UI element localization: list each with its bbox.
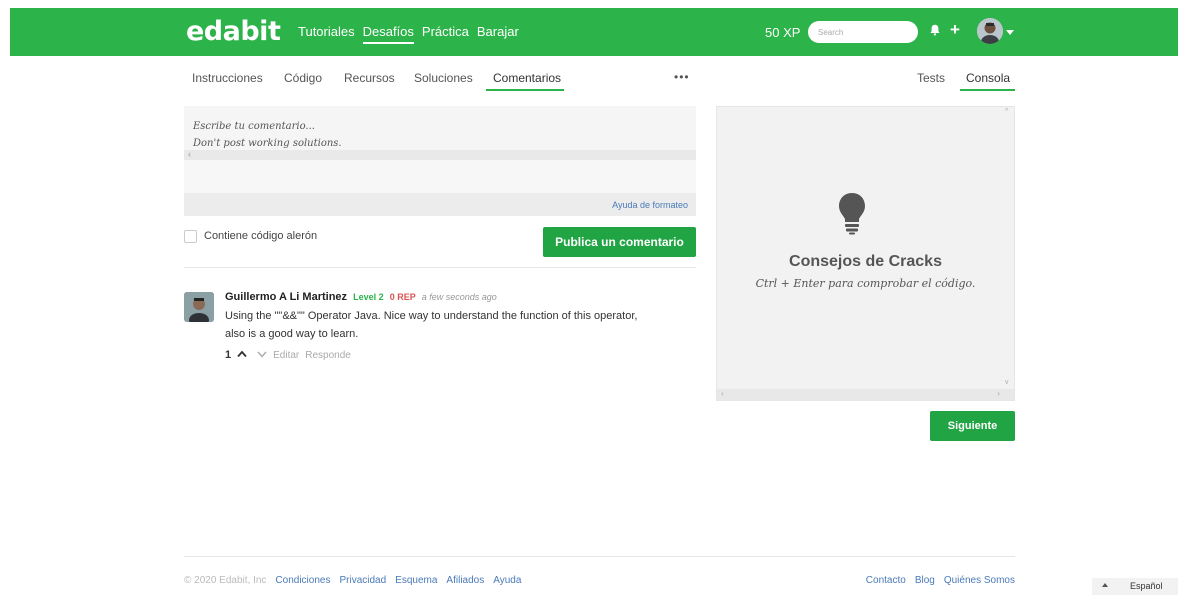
console-tips-title: Consejos de Cracks: [789, 253, 942, 270]
comment-editor[interactable]: Escribe tu comentario... Don't post work…: [184, 106, 696, 216]
editor-preview-area: [184, 160, 696, 193]
plus-icon[interactable]: +: [950, 20, 960, 40]
language-label: Español: [1130, 581, 1163, 591]
next-challenge-button[interactable]: Siguiente: [930, 411, 1015, 441]
chevron-down-icon[interactable]: [1006, 30, 1014, 35]
post-comment-button[interactable]: Publica un comentario: [543, 227, 696, 257]
tab-consola[interactable]: Consola: [966, 71, 1010, 85]
level-badge: Level 2: [353, 292, 384, 302]
reply-link[interactable]: Responde: [305, 350, 351, 361]
active-tab-indicator: [486, 89, 564, 91]
nav-tutoriales[interactable]: Tutoriales: [298, 24, 355, 44]
chevron-left-icon[interactable]: ‹: [188, 149, 191, 159]
tab-codigo[interactable]: Código: [284, 71, 322, 85]
user-avatar[interactable]: [977, 18, 1003, 44]
comment-header: Guillermo A Li Martinez Level 2 0 REP a …: [225, 291, 497, 303]
footer-link-quienes-somos[interactable]: Quiénes Somos: [944, 575, 1015, 586]
edit-link[interactable]: Editar: [273, 350, 299, 361]
console-panel[interactable]: ^ v ‹ › Consejos de Cracks Ctrl + Enter …: [716, 106, 1015, 401]
footer-link-afiliados[interactable]: Afiliados: [446, 575, 484, 586]
search-input[interactable]: [808, 21, 918, 43]
editor-footer: Ayuda de formateo: [184, 193, 696, 216]
footer-right-links: Contacto Blog Quiénes Somos: [866, 575, 1015, 586]
language-selector[interactable]: Español: [1092, 578, 1178, 595]
downvote-icon[interactable]: [257, 350, 267, 361]
console-horizontal-scrollbar[interactable]: ‹ ›: [717, 389, 1014, 400]
footer-link-blog[interactable]: Blog: [915, 575, 935, 586]
chevron-up-icon: [1102, 583, 1108, 587]
chevron-down-icon[interactable]: v: [1005, 379, 1009, 386]
console-tips-subtitle: Ctrl + Enter para comprobar el código.: [755, 277, 976, 290]
top-navbar: edabit Tutoriales Desafíos Práctica Bara…: [10, 8, 1178, 56]
spoiler-checkbox-label[interactable]: Contiene código alerón: [204, 230, 317, 242]
footer-link-privacidad[interactable]: Privacidad: [339, 575, 386, 586]
comment-timestamp: a few seconds ago: [421, 292, 497, 302]
active-tab-indicator: [960, 89, 1015, 91]
copyright: © 2020 Edabit, Inc: [184, 575, 267, 586]
upvote-icon[interactable]: [237, 350, 247, 361]
vote-count: 1: [225, 349, 232, 361]
xp-counter[interactable]: 50 XP: [765, 25, 800, 40]
comment-body: Using the ""&&"" Operator Java. Nice way…: [225, 310, 638, 340]
tab-tests[interactable]: Tests: [917, 71, 945, 85]
challenge-tabs: Instrucciones Código Recursos Soluciones…: [184, 64, 696, 92]
console-tabs: Tests Consola: [716, 64, 1016, 92]
comment-avatar[interactable]: [184, 292, 214, 322]
bell-icon[interactable]: [930, 23, 940, 41]
nav-barajar[interactable]: Barajar: [477, 24, 519, 44]
chevron-left-icon[interactable]: ‹: [721, 389, 724, 398]
tab-soluciones[interactable]: Soluciones: [414, 71, 473, 85]
footer-link-condiciones[interactable]: Condiciones: [275, 575, 330, 586]
editor-scrollbar[interactable]: ‹: [184, 149, 696, 160]
footer-divider: [184, 556, 1015, 557]
divider: [184, 267, 696, 268]
edabit-logo[interactable]: edabit: [186, 16, 281, 47]
footer-link-ayuda[interactable]: Ayuda: [493, 575, 521, 586]
format-help-link[interactable]: Ayuda de formateo: [612, 200, 688, 210]
nav-practica[interactable]: Práctica: [422, 24, 469, 44]
comment-placeholder[interactable]: Escribe tu comentario... Don't post work…: [193, 118, 342, 152]
lightbulb-icon: [837, 191, 867, 240]
chevron-right-icon[interactable]: ›: [997, 389, 1000, 398]
nav-desafios[interactable]: Desafíos: [362, 24, 414, 44]
tab-comentarios[interactable]: Comentarios: [493, 71, 561, 85]
footer-link-esquema[interactable]: Esquema: [395, 575, 437, 586]
footer-link-contacto[interactable]: Contacto: [866, 575, 906, 586]
chevron-up-icon[interactable]: ^: [1005, 108, 1008, 115]
tab-instrucciones[interactable]: Instrucciones: [192, 71, 263, 85]
more-tabs-icon[interactable]: •••: [674, 70, 690, 84]
rep-badge: 0 REP: [389, 292, 416, 302]
tab-recursos[interactable]: Recursos: [344, 71, 395, 85]
console-vertical-scrollbar[interactable]: ^ v: [1002, 107, 1014, 390]
spoiler-checkbox[interactable]: [184, 230, 197, 243]
footer-left-links: © 2020 Edabit, Inc Condiciones Privacida…: [184, 575, 521, 586]
comment-author[interactable]: Guillermo A Li Martinez: [225, 291, 347, 303]
main-nav: Tutoriales Desafíos Práctica Barajar: [298, 24, 519, 44]
comment-actions: 1 Editar Responde: [225, 349, 351, 361]
